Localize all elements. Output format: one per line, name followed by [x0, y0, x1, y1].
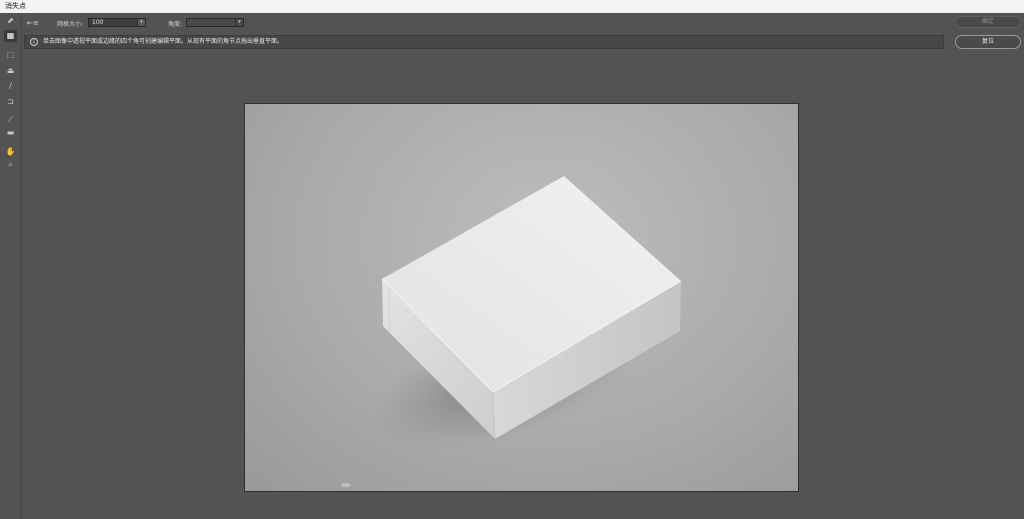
create-plane-tool-icon[interactable]: ▦: [4, 30, 17, 42]
window-title: 消失点: [5, 2, 26, 10]
marquee-tool-icon[interactable]: ⬚: [4, 49, 17, 61]
image-canvas[interactable]: [244, 103, 799, 492]
angle-input[interactable]: [186, 18, 236, 27]
options-bar: ⇤≡ 网格大小: 100 ▾ 角度: ▾: [0, 13, 1024, 33]
hint-bar: i 单击图像中透视平面或边缘的四个角可创建编辑平面。从现有平面的角节点拖出垂直平…: [24, 35, 944, 49]
info-icon: i: [30, 38, 38, 46]
grid-size-label: 网格大小:: [57, 21, 84, 28]
box-image: [341, 176, 682, 487]
grid-size-dropdown[interactable]: ▾: [137, 18, 146, 27]
transform-tool-icon[interactable]: ⊐: [4, 96, 17, 108]
brush-tool-icon[interactable]: ∕: [4, 80, 17, 92]
edit-plane-tool-icon[interactable]: ⬈: [4, 15, 17, 27]
angle-label: 角度:: [168, 21, 183, 28]
measure-tool-icon[interactable]: ▬: [4, 127, 17, 139]
tool-preset-icon[interactable]: ⇤≡: [27, 19, 39, 27]
ok-button[interactable]: 确定: [955, 16, 1021, 28]
tool-panel: ⬈ ▦ ⬚ ⏏ ∕ ⊐ ⟋ ▬ ✋ ⌕: [0, 13, 22, 519]
angle-dropdown[interactable]: ▾: [235, 18, 244, 27]
stamp-tool-icon[interactable]: ⏏: [4, 65, 17, 77]
reset-button[interactable]: 复位: [955, 35, 1021, 49]
hint-text: 单击图像中透视平面或边缘的四个角可创建编辑平面。从现有平面的角节点拖出垂直平面。: [43, 38, 284, 45]
window-title-bar: 消失点: [0, 0, 1024, 13]
grid-size-input[interactable]: 100: [88, 18, 138, 27]
zoom-tool-icon[interactable]: ⌕: [4, 159, 17, 171]
hand-tool-icon[interactable]: ✋: [4, 146, 17, 158]
eyedropper-tool-icon[interactable]: ⟋: [4, 114, 17, 126]
